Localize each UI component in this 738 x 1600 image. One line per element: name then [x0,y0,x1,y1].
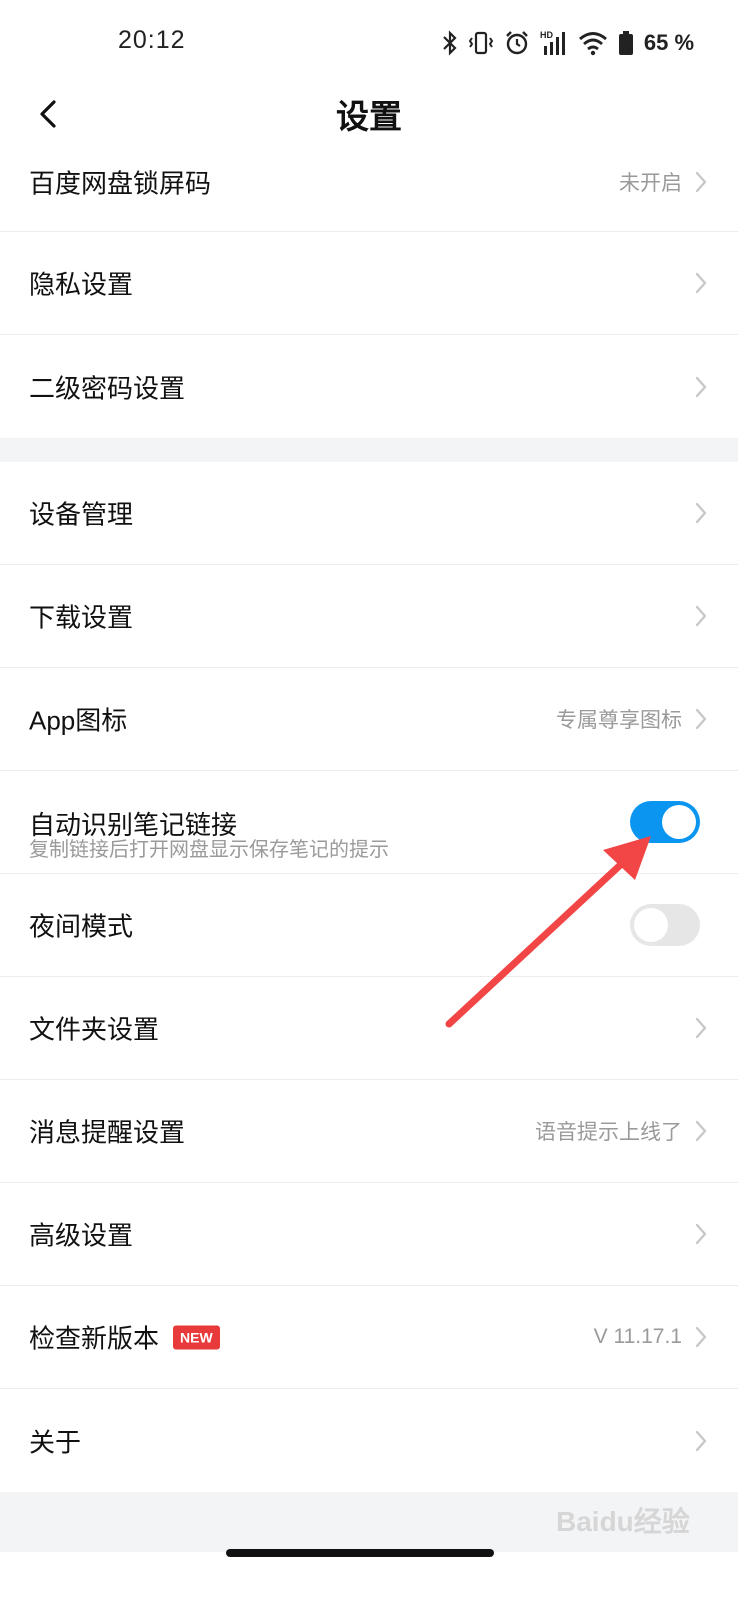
chevron-right-icon [695,1223,707,1245]
settings-row-auto-note-link: 自动识别笔记链接 复制链接后打开网盘显示保存笔记的提示 [0,771,738,874]
settings-row-night-mode: 夜间模式 [0,874,738,977]
settings-row-app-icon[interactable]: App图标 专属尊享图标 [0,668,738,771]
chevron-right-icon [695,272,707,294]
page-title: 设置 [336,98,402,135]
row-label: 关于 [29,1427,82,1457]
baidu-watermark: Baidu经验 [556,1506,690,1537]
settings-row-folder[interactable]: 文件夹设置 [0,977,738,1080]
row-value: 语音提示上线了 [535,1121,682,1144]
battery-icon [618,31,633,55]
row-label: 消息提醒设置 [29,1117,186,1148]
settings-row-notification[interactable]: 消息提醒设置 语音提示上线了 [0,1080,738,1183]
battery-level: 65 % [643,30,694,55]
row-label: 二级密码设置 [29,373,186,403]
home-indicator[interactable] [226,1549,494,1557]
row-description: 复制链接后打开网盘显示保存笔记的提示 [29,839,389,861]
settings-row-about[interactable]: 关于 [0,1389,738,1492]
row-label: 设备管理 [29,499,134,530]
settings-row-check-update[interactable]: 检查新版本 NEW V 11.17.1 [0,1286,738,1389]
status-bar: 20:12 HD 65 % [0,0,738,84]
row-label: 下载设置 [29,602,134,633]
row-value: 未开启 [619,171,682,195]
row-label: 隐私设置 [29,269,134,300]
settings-row-device-management[interactable]: 设备管理 [0,462,738,565]
status-icons: HD 65 % [442,28,694,58]
vibrate-icon [468,31,494,55]
svg-text:HD: HD [540,30,553,40]
wifi-icon [578,32,607,56]
chevron-right-icon [695,1430,707,1451]
chevron-right-icon [695,1120,707,1142]
auto-note-link-toggle[interactable] [630,801,700,843]
row-label: 检查新版本 [29,1323,160,1354]
row-label: 文件夹设置 [29,1014,160,1045]
settings-row-privacy[interactable]: 隐私设置 [0,232,738,335]
settings-row-advanced[interactable]: 高级设置 [0,1183,738,1286]
hd-signal-icon: HD [540,30,565,55]
version-value: V 11.17.1 [593,1325,682,1348]
status-time: 20:12 [118,26,186,54]
chevron-right-icon [695,376,707,397]
row-label: 百度网盘锁屏码 [29,168,212,198]
bluetooth-icon [443,30,457,56]
settings-list: 百度网盘锁屏码 未开启 隐私设置 二级密码设置 设备管理 下载设置 App图标 … [0,132,738,1552]
alarm-icon [505,31,528,55]
chevron-right-icon [695,1017,707,1039]
toggle-knob [662,805,696,839]
toggle-knob [634,908,668,942]
row-value: 专属尊享图标 [556,709,682,732]
settings-row-download[interactable]: 下载设置 [0,565,738,668]
settings-row-second-password[interactable]: 二级密码设置 [0,335,738,438]
row-label: App图标 [29,705,128,736]
chevron-right-icon [695,708,707,730]
settings-row-lock-screen[interactable]: 百度网盘锁屏码 未开启 [0,132,738,232]
chevron-right-icon [695,1326,707,1348]
chevron-right-icon [695,171,707,192]
chevron-right-icon [695,605,707,627]
row-label-group: 检查新版本 NEW [29,1319,220,1356]
new-badge: NEW [173,1325,220,1349]
night-mode-toggle[interactable] [630,904,700,946]
row-label: 夜间模式 [29,911,134,942]
row-label: 高级设置 [29,1220,134,1251]
section-divider [0,438,738,462]
chevron-right-icon [695,502,707,524]
